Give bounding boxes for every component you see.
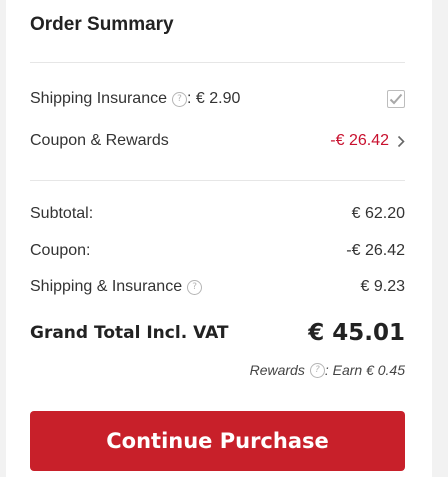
- subtotal-label: Subtotal:: [30, 205, 94, 222]
- grand-total-label: Grand Total Incl. VAT: [30, 323, 229, 343]
- rewards-line: Rewards ? : Earn € 0.45: [30, 362, 405, 378]
- coupon-label: Coupon:: [30, 242, 91, 259]
- coupon-rewards-label: Coupon & Rewards: [30, 132, 169, 149]
- subtotal-value: € 62.20: [351, 205, 405, 222]
- rewards-label: Rewards: [249, 362, 305, 378]
- help-icon[interactable]: ?: [187, 279, 203, 295]
- help-icon[interactable]: ?: [309, 362, 325, 378]
- order-summary-title: Order Summary: [30, 14, 174, 35]
- continue-purchase-button[interactable]: Continue Purchase: [30, 411, 405, 471]
- shipping-label: Shipping & Insurance: [30, 278, 183, 295]
- divider: [30, 180, 405, 181]
- coupon-value: -€ 26.42: [346, 242, 405, 259]
- shipping-value: € 9.23: [360, 278, 405, 295]
- divider: [30, 62, 405, 63]
- coupon-row: Coupon: -€ 26.42: [30, 240, 405, 262]
- order-summary-panel: Order Summary Shipping Insurance ? : € 2…: [6, 0, 432, 477]
- rewards-value: : Earn € 0.45: [324, 362, 405, 378]
- grand-total-value: € 45.01: [308, 320, 405, 346]
- coupon-rewards-row[interactable]: Coupon & Rewards -€ 26.42: [30, 130, 405, 152]
- shipping-insurance-price: : € 2.90: [186, 90, 241, 107]
- shipping-insurance-label: Shipping Insurance: [30, 90, 167, 107]
- checkbox-checked-icon: [389, 93, 403, 105]
- coupon-rewards-value: -€ 26.42: [330, 132, 389, 149]
- shipping-row: Shipping & Insurance ? € 9.23: [30, 276, 405, 298]
- shipping-insurance-row: Shipping Insurance ? : € 2.90: [30, 88, 405, 110]
- chevron-right-icon: [397, 135, 405, 148]
- shipping-insurance-checkbox[interactable]: [387, 90, 405, 108]
- grand-total-row: Grand Total Incl. VAT € 45.01: [30, 318, 405, 348]
- subtotal-row: Subtotal: € 62.20: [30, 203, 405, 225]
- help-icon[interactable]: ?: [171, 91, 187, 107]
